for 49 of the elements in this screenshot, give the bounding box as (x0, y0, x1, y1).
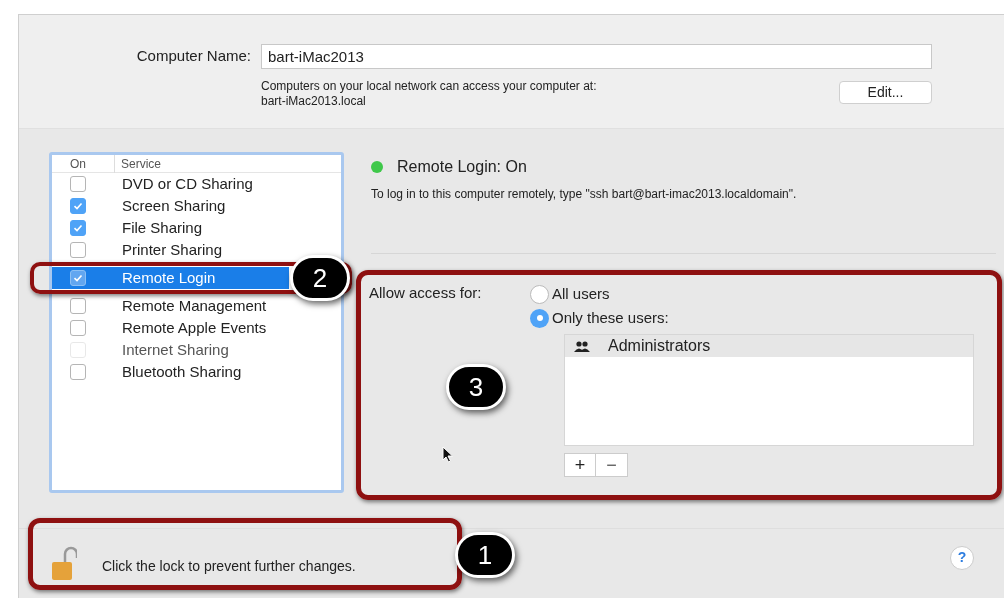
user-row[interactable]: Administrators (565, 335, 973, 357)
column-header: On (69, 155, 87, 173)
service-name: Screen Sharing (122, 195, 226, 216)
status-description: To log in to this computer remotely, type "ssh bart@bart-imac2013.localdomain". (371, 187, 798, 202)
checkbox[interactable] (70, 364, 86, 380)
column-header: Service (114, 154, 161, 173)
add-button[interactable]: + (564, 453, 596, 477)
service-row[interactable]: DVD or CD Sharing (52, 173, 289, 195)
help-button[interactable]: ? (950, 545, 974, 570)
access-label: Allow access for: (369, 283, 483, 303)
service-name: Remote Apple Events (122, 317, 267, 338)
computer-name-field[interactable]: bart-iMac2013 (261, 44, 932, 69)
edit-button[interactable]: Edit... (839, 81, 932, 104)
checkbox[interactable] (70, 298, 86, 314)
service-name: Internet Sharing (122, 339, 229, 360)
checkbox[interactable] (70, 242, 86, 258)
cursor-icon (442, 446, 454, 463)
checkbox[interactable] (70, 320, 86, 336)
service-row[interactable]: File Sharing (52, 217, 289, 239)
service-row[interactable]: Printer Sharing (52, 239, 289, 261)
check-icon (73, 201, 83, 211)
checkbox[interactable] (70, 198, 86, 214)
remove-button[interactable]: − (596, 453, 628, 477)
radio-option[interactable]: Only these users: (530, 306, 669, 330)
service-row[interactable]: Remote Management (52, 295, 289, 317)
service-name: Remote Management (122, 295, 267, 316)
service-name: Bluetooth Sharing (122, 361, 242, 382)
service-name: DVD or CD Sharing (122, 173, 253, 194)
radio-button[interactable] (530, 308, 549, 328)
service-name: Remote Login (122, 267, 216, 288)
status-title: Remote Login: On (397, 157, 527, 177)
check-icon (73, 273, 83, 283)
checkbox[interactable] (70, 220, 86, 236)
service-row[interactable]: Bluetooth Sharing (52, 361, 289, 383)
computer-name-label: Computer Name: (135, 46, 251, 67)
checkbox[interactable] (70, 270, 86, 286)
service-row[interactable]: Remote Login (52, 267, 289, 289)
group-icon (573, 340, 591, 352)
service-name: Printer Sharing (122, 239, 223, 260)
network-note: Computers on your local network can access your computer at: (261, 79, 598, 94)
checkbox[interactable] (70, 176, 86, 192)
service-name: File Sharing (122, 217, 203, 238)
radio-option[interactable]: All users (530, 282, 669, 306)
network-address: bart-iMac2013.local (261, 94, 367, 109)
service-row[interactable]: Remote Apple Events (52, 317, 289, 339)
radio-button[interactable] (530, 284, 549, 304)
lock-text: Click the lock to prevent further changes. (102, 557, 356, 576)
check-icon (73, 223, 83, 233)
service-row[interactable]: Screen Sharing (52, 195, 289, 217)
